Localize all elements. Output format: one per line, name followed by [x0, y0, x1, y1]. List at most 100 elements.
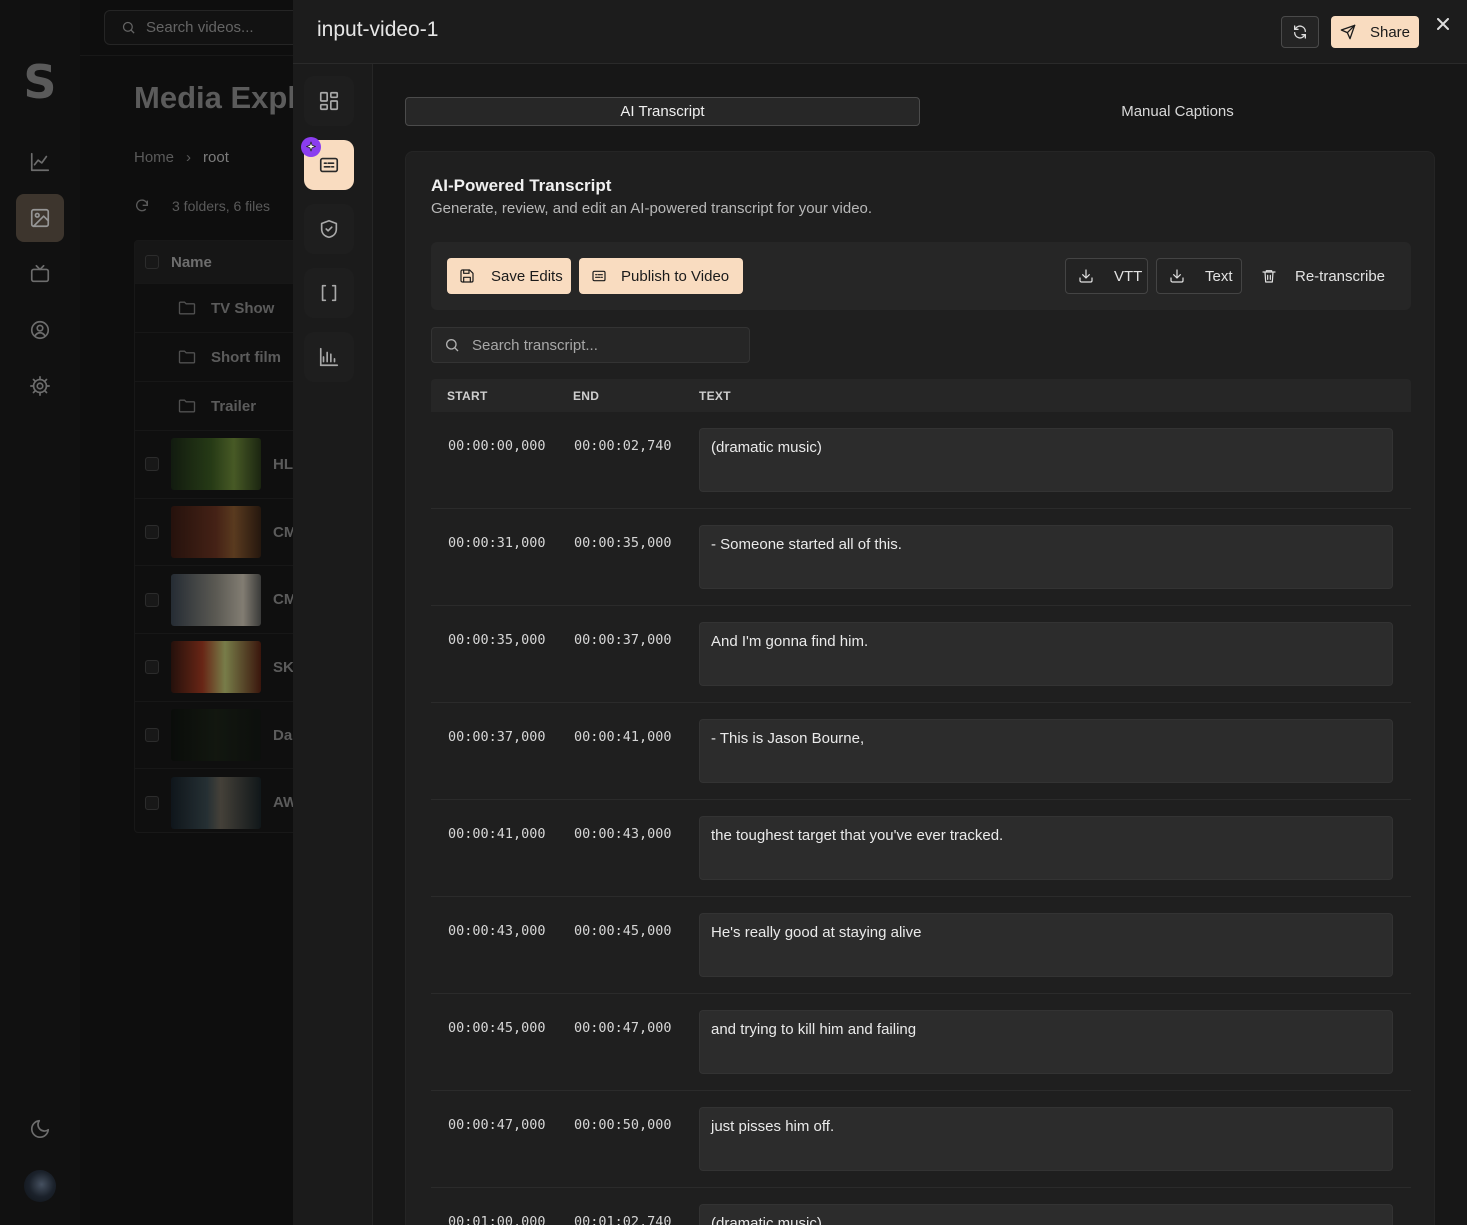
column-text-header: TEXT — [699, 388, 731, 403]
transcript-search-input[interactable] — [472, 336, 732, 354]
transcript-row: 00:00:41,000 00:00:43,000 the toughest t… — [431, 800, 1411, 897]
segment-text-input[interactable]: the toughest target that you've ever tra… — [699, 816, 1393, 880]
row-checkbox[interactable] — [145, 795, 159, 810]
file-row[interactable]: HL — [135, 430, 313, 498]
segment-start: 00:01:00,000 — [448, 1214, 546, 1225]
text-label: Text — [1205, 267, 1233, 285]
file-row[interactable]: AW — [135, 768, 313, 836]
download-text-button[interactable]: Text — [1156, 258, 1242, 294]
publish-to-video-button[interactable]: Publish to Video — [579, 258, 743, 294]
app-logo[interactable]: S — [20, 55, 60, 109]
settings-icon — [30, 376, 50, 396]
tv-icon — [30, 264, 50, 283]
segment-text-input[interactable]: and trying to kill him and failing — [699, 1010, 1393, 1074]
segment-end: 00:00:35,000 — [574, 535, 672, 551]
file-name: HL — [273, 455, 293, 473]
segment-text-input[interactable]: He's really good at staying alive — [699, 913, 1393, 977]
save-edits-button[interactable]: Save Edits — [447, 258, 571, 294]
transcript-row: 00:00:45,000 00:00:47,000 and trying to … — [431, 994, 1411, 1091]
share-label: Share — [1369, 23, 1411, 41]
transcript-tabs: AI Transcript Manual Captions — [405, 97, 1435, 126]
folder-row[interactable]: TV Show — [135, 283, 313, 332]
file-row[interactable]: CM — [135, 497, 313, 566]
row-checkbox[interactable] — [145, 660, 159, 675]
transcript-table: START END TEXT 00:00:00,000 00:00:02,740… — [431, 379, 1411, 1225]
page-title: Media Expl — [134, 80, 296, 115]
file-row[interactable]: Da — [135, 700, 313, 769]
folder-name: Trailer — [211, 397, 257, 415]
breadcrumb-current[interactable]: root — [203, 149, 229, 166]
dashboard-icon — [319, 91, 339, 111]
media-nav-button[interactable] — [16, 194, 64, 242]
row-checkbox[interactable] — [145, 457, 159, 472]
folder-icon — [178, 350, 196, 364]
segment-text-input[interactable]: (dramatic music) — [699, 428, 1393, 492]
moderation-tab-button[interactable] — [304, 204, 354, 254]
tv-nav-button[interactable] — [16, 250, 64, 298]
segment-text-input[interactable]: (dramatic music) — [699, 1204, 1393, 1225]
segment-end: 00:00:45,000 — [574, 923, 672, 939]
column-name-header[interactable]: Name — [171, 254, 212, 271]
user-nav-button[interactable] — [16, 306, 64, 354]
refresh-button[interactable] — [1281, 16, 1319, 48]
refresh-icon[interactable] — [134, 198, 150, 214]
segment-text-input[interactable]: - Someone started all of this. — [699, 525, 1393, 589]
close-button[interactable] — [1431, 12, 1455, 36]
theme-toggle-button[interactable] — [16, 1105, 64, 1153]
re-transcribe-label: Re-transcribe — [1295, 267, 1386, 285]
row-checkbox[interactable] — [145, 592, 159, 607]
segment-start: 00:00:35,000 — [448, 632, 546, 648]
send-icon — [1340, 24, 1356, 40]
file-name: Da — [273, 726, 293, 744]
segment-start: 00:00:43,000 — [448, 923, 546, 939]
select-all-checkbox[interactable] — [145, 255, 159, 269]
segment-end: 00:00:47,000 — [574, 1020, 672, 1036]
share-button[interactable]: Share — [1331, 16, 1419, 48]
file-table: Name TV Show Short film Trailer HL CM CM… — [134, 240, 314, 833]
chapters-tab-button[interactable] — [304, 268, 354, 318]
tab-ai-transcript[interactable]: AI Transcript — [405, 97, 920, 126]
overview-tab-button[interactable] — [304, 76, 354, 126]
analytics-nav-button[interactable] — [16, 138, 64, 186]
refresh-icon — [1294, 25, 1306, 39]
chevron-right-icon: › — [186, 149, 192, 166]
video-thumbnail — [171, 573, 261, 626]
folder-row[interactable]: Short film — [135, 332, 313, 381]
captions-tab-button[interactable] — [301, 137, 354, 190]
row-checkbox[interactable] — [145, 525, 159, 540]
file-row[interactable]: CM — [135, 565, 313, 633]
segment-end: 00:00:37,000 — [574, 632, 672, 648]
segment-start: 00:00:31,000 — [448, 535, 546, 551]
video-thumbnail — [171, 641, 261, 694]
moon-icon — [30, 1119, 50, 1139]
re-transcribe-button[interactable]: Re-transcribe — [1253, 258, 1393, 294]
analytics-tab-button[interactable] — [304, 332, 354, 382]
user-avatar[interactable] — [24, 1170, 56, 1202]
transcript-table-header: START END TEXT — [431, 379, 1411, 412]
settings-nav-button[interactable] — [16, 362, 64, 410]
folder-row[interactable]: Trailer — [135, 381, 313, 430]
folder-name: Short film — [211, 348, 281, 366]
publish-label: Publish to Video — [621, 267, 730, 285]
captions-icon — [592, 270, 606, 282]
folder-name: TV Show — [211, 299, 275, 317]
download-vtt-button[interactable]: VTT — [1065, 258, 1148, 294]
app-root: S Search videos... Media Expl Home › roo… — [0, 0, 1467, 1225]
file-row[interactable]: SK — [135, 633, 313, 701]
transcript-toolbar: Save Edits Publish to Video VTT Text Re-… — [431, 242, 1411, 310]
breadcrumb: Home › root — [134, 149, 229, 166]
video-search-placeholder: Search videos... — [146, 19, 254, 36]
analytics-icon — [30, 152, 50, 172]
video-title: input-video-1 — [317, 18, 439, 41]
folder-icon — [178, 399, 196, 413]
segment-text-input[interactable]: And I'm gonna find him. — [699, 622, 1393, 686]
segment-end: 00:00:43,000 — [574, 826, 672, 842]
transcript-row: 00:00:37,000 00:00:41,000 - This is Jaso… — [431, 703, 1411, 800]
drawer-side-nav — [293, 64, 373, 1225]
brackets-icon — [321, 284, 337, 302]
segment-text-input[interactable]: - This is Jason Bourne, — [699, 719, 1393, 783]
breadcrumb-home[interactable]: Home — [134, 149, 174, 166]
segment-text-input[interactable]: just pisses him off. — [699, 1107, 1393, 1171]
row-checkbox[interactable] — [145, 728, 159, 743]
tab-manual-captions[interactable]: Manual Captions — [920, 97, 1435, 126]
